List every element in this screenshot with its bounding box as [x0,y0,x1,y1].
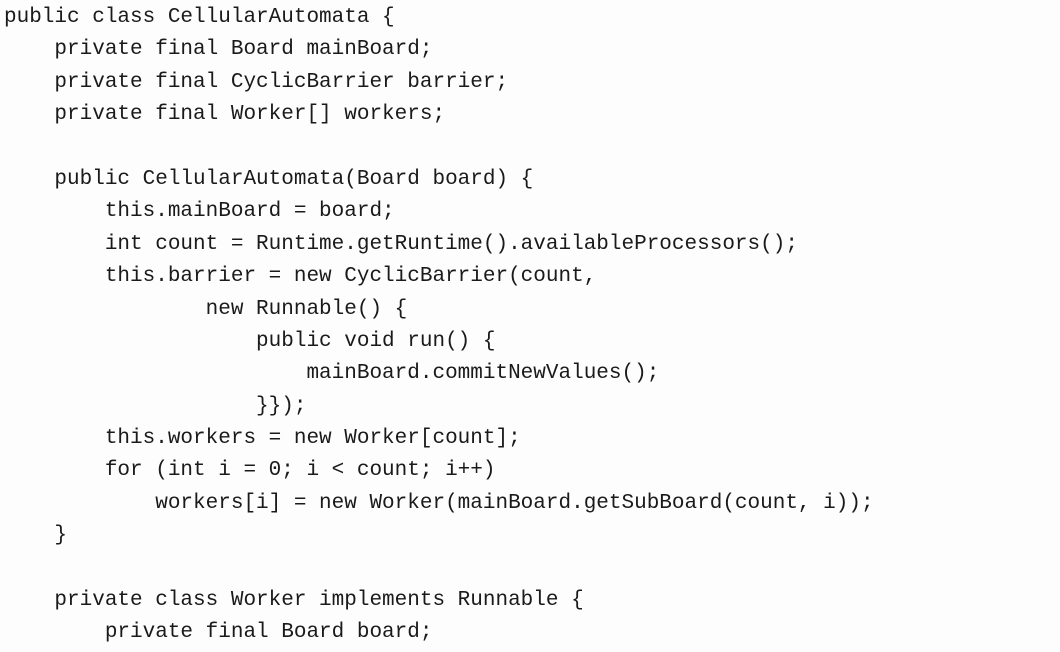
code-line-constructor: public CellularAutomata(Board board) { [4,167,534,191]
code-line-new-runnable: new Runnable() { [4,297,408,321]
code-line-commit-values: mainBoard.commitNewValues(); [4,362,660,386]
code-line-worker-board-field: private final Board board; [4,621,433,645]
code-line-field-barrier: private final CyclicBarrier barrier; [4,70,509,94]
code-listing: public class CellularAutomata { private … [4,2,1060,650]
code-line-for-loop: for (int i = 0; i < count; i++) [4,459,496,483]
code-line-close-constructor: } [4,524,68,548]
code-line-new-barrier: this.barrier = new CyclicBarrier(count, [4,265,597,289]
code-line-count: int count = Runtime.getRuntime().availab… [4,232,798,256]
code-line-field-workers: private final Worker[] workers; [4,103,446,127]
book-page: public class CellularAutomata { private … [0,0,1060,652]
code-line-new-workers: this.workers = new Worker[count]; [4,427,521,451]
code-line-worker-class: private class Worker implements Runnable… [4,589,584,613]
code-line-assign-worker: workers[i] = new Worker(mainBoard.getSub… [4,491,874,515]
code-line-run-method: public void run() { [4,329,496,353]
code-line-close-runnable: }}); [4,394,307,418]
code-line-assign-mainboard: this.mainBoard = board; [4,200,395,224]
code-line-field-mainboard: private final Board mainBoard; [4,38,433,62]
code-line-class-declaration: public class CellularAutomata { [4,6,395,29]
